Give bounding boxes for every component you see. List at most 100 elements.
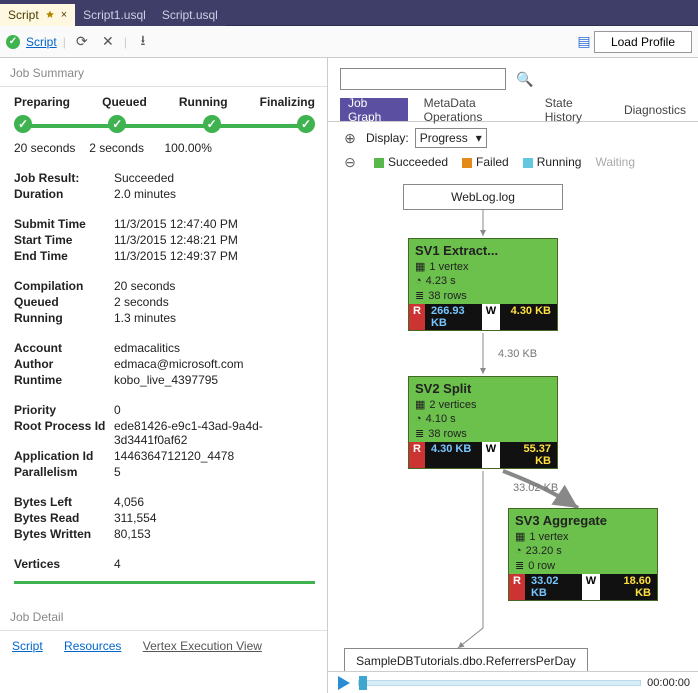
node-title: SV1 Extract... <box>409 239 557 260</box>
node-line: 38 rows <box>428 290 467 302</box>
vertex-icon: ▦ <box>415 398 425 411</box>
kv-val: 11/3/2015 12:48:21 PM <box>114 233 315 247</box>
job-graph[interactable]: WebLog.log SV1 Extract... ▦1 vertex ◔4.2… <box>328 178 698 671</box>
script-link[interactable]: Script <box>12 639 43 653</box>
vertex-icon: ▦ <box>515 530 525 543</box>
play-button[interactable] <box>336 675 352 691</box>
resources-link[interactable]: Resources <box>64 639 121 653</box>
document-tab[interactable]: Script.usql <box>154 4 226 26</box>
node-line: 4.10 s <box>426 413 456 425</box>
rows-icon: ≣ <box>415 427 424 440</box>
timeline: 00:00:00 <box>328 671 698 693</box>
stage-label: Finalizing <box>260 95 315 109</box>
toolbar: ✓ Script | ⟳ ✕ | ⭳ ▤ Load Profile <box>0 26 698 58</box>
search-input[interactable] <box>340 68 506 90</box>
legend-swatch-failed <box>462 158 472 168</box>
graph-sv1-node[interactable]: SV1 Extract... ▦1 vertex ◔4.23 s ≣38 row… <box>408 238 558 331</box>
edge-label: 4.30 KB <box>498 348 537 360</box>
kv-key: Compilation <box>14 279 114 293</box>
kv-val: 4 <box>114 557 315 571</box>
stage-label: Running <box>179 95 228 109</box>
legend-label: Waiting <box>595 155 635 169</box>
edge-label: 33.02 KB <box>513 482 558 494</box>
node-line: 0 row <box>528 560 555 572</box>
kv-key: Application Id <box>14 449 114 463</box>
node-line: 38 rows <box>428 428 467 440</box>
kv-val: 80,153 <box>114 527 315 541</box>
node-line: 2 vertices <box>429 399 476 411</box>
stage-value: 100.00% <box>165 141 240 155</box>
node-label: SampleDBTutorials.dbo.ReferrersPerDay <box>356 654 576 668</box>
tab-label: Script.usql <box>162 8 218 22</box>
kv-val: edmaca@microsoft.com <box>114 357 315 371</box>
stage-check-icon: ✓ <box>297 115 315 133</box>
kv-val: kobo_live_4397795 <box>114 373 315 387</box>
tab-label: Script <box>8 8 39 22</box>
node-line: 23.20 s <box>526 545 562 557</box>
legend-label: Running <box>537 155 582 169</box>
legend: ⊖ Succeeded Failed Running Waiting <box>328 152 698 178</box>
progress-line <box>14 581 315 584</box>
tab-diagnostics[interactable]: Diagnostics <box>624 98 686 121</box>
kv-key: Submit Time <box>14 217 114 231</box>
download-icon[interactable]: ⭳ <box>133 32 153 52</box>
vertex-view-link[interactable]: Vertex Execution View <box>143 639 262 653</box>
kv-key: Bytes Read <box>14 511 114 525</box>
graph-sv2-node[interactable]: SV2 Split ▦2 vertices ◔4.10 s ≣38 rows R… <box>408 376 558 469</box>
timeline-track[interactable] <box>358 680 641 686</box>
document-tab-active[interactable]: Script × <box>0 4 75 26</box>
kv-key: Start Time <box>14 233 114 247</box>
close-icon[interactable]: × <box>61 9 67 21</box>
display-select[interactable]: Progress ▾ <box>415 128 487 148</box>
legend-label: Succeeded <box>388 155 448 169</box>
tab-metadata[interactable]: MetaData Operations <box>424 98 529 121</box>
stage-label: Preparing <box>14 95 70 109</box>
subtab-row: Job Graph MetaData Operations State Hist… <box>328 98 698 122</box>
display-label: Display: <box>366 131 409 145</box>
node-line: 1 vertex <box>429 261 468 273</box>
search-button[interactable]: 🔍 <box>514 68 536 90</box>
zoom-out-icon[interactable]: ⊖ <box>340 152 360 172</box>
node-read: 33.02 KB <box>525 574 582 600</box>
graph-sv3-node[interactable]: SV3 Aggregate ▦1 vertex ◔23.20 s ≣0 row … <box>508 508 658 601</box>
kv-key: Running <box>14 311 114 325</box>
kv-val: 311,554 <box>114 511 315 525</box>
job-detail-header: Job Detail <box>0 602 327 631</box>
graph-output-node[interactable]: SampleDBTutorials.dbo.ReferrersPerDay <box>344 648 588 671</box>
tab-job-graph[interactable]: Job Graph <box>340 98 408 121</box>
kv-val: 20 seconds <box>114 279 315 293</box>
refresh-icon[interactable]: ⟳ <box>72 32 92 52</box>
pin-icon <box>45 10 55 20</box>
clock-icon: ◔ <box>515 545 522 557</box>
legend-swatch-running <box>523 158 533 168</box>
kv-val: 2.0 minutes <box>114 187 315 201</box>
kv-key: End Time <box>14 249 114 263</box>
script-link[interactable]: Script <box>26 35 57 49</box>
kv-key: Parallelism <box>14 465 114 479</box>
node-title: SV3 Aggregate <box>509 509 657 530</box>
close-icon[interactable]: ✕ <box>98 32 118 52</box>
timeline-time: 00:00:00 <box>647 677 690 689</box>
kv-val: 1446364712120_4478 <box>114 449 315 463</box>
legend-label: Failed <box>476 155 509 169</box>
kv-key: Duration <box>14 187 114 201</box>
display-value: Progress <box>420 131 468 145</box>
kv-val: 2 seconds <box>114 295 315 309</box>
stage-check-icon: ✓ <box>203 115 221 133</box>
tab-state-history[interactable]: State History <box>545 98 608 121</box>
kv-key: Account <box>14 341 114 355</box>
feedback-icon[interactable]: ▤ <box>574 32 594 52</box>
right-pane: 🔍 Job Graph MetaData Operations State Hi… <box>328 58 698 693</box>
left-pane: Job Summary Preparing Queued Running Fin… <box>0 58 328 693</box>
rows-icon: ≣ <box>515 559 524 572</box>
kv-val: 11/3/2015 12:49:37 PM <box>114 249 315 263</box>
stage-value: 20 seconds <box>14 141 89 155</box>
load-profile-button[interactable]: Load Profile <box>594 31 692 53</box>
kv-val: 5 <box>114 465 315 479</box>
document-tab[interactable]: Script1.usql <box>75 4 154 26</box>
stage-progress-bar: ✓ ✓ ✓ ✓ <box>14 115 315 135</box>
timeline-thumb[interactable] <box>359 676 367 690</box>
kv-key: Root Process Id <box>14 419 114 447</box>
graph-input-node[interactable]: WebLog.log <box>403 184 563 210</box>
zoom-in-icon[interactable]: ⊕ <box>340 128 360 148</box>
